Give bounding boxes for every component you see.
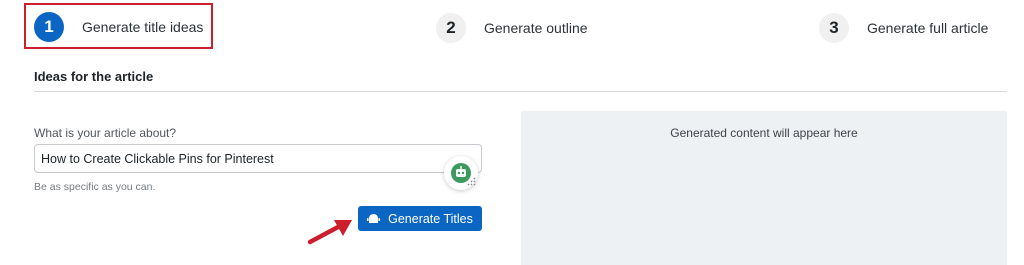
generate-titles-button[interactable]: Generate Titles [358, 206, 482, 231]
topic-field-label: What is your article about? [34, 126, 177, 140]
topic-hint: Be as specific as you can. [34, 181, 156, 193]
step-2-number: 2 [436, 13, 466, 43]
step-2[interactable]: 2 Generate outline [436, 13, 588, 43]
robot-icon [367, 213, 381, 225]
step-2-label: Generate outline [484, 20, 588, 36]
resize-handle-icon[interactable] [467, 177, 476, 186]
step-3-label: Generate full article [867, 20, 989, 36]
section-divider [34, 91, 1007, 92]
section-title: Ideas for the article [34, 69, 154, 84]
generate-titles-label: Generate Titles [388, 211, 473, 226]
highlight-annotation-box [24, 3, 213, 49]
topic-input[interactable]: How to Create Clickable Pins for Pintere… [34, 144, 482, 173]
step-3-number: 3 [819, 13, 849, 43]
content-placeholder: Generated content will appear here [670, 126, 858, 140]
generated-content-panel: Generated content will appear here [521, 111, 1007, 265]
step-3[interactable]: 3 Generate full article [819, 13, 988, 43]
red-arrow-icon [307, 220, 352, 245]
